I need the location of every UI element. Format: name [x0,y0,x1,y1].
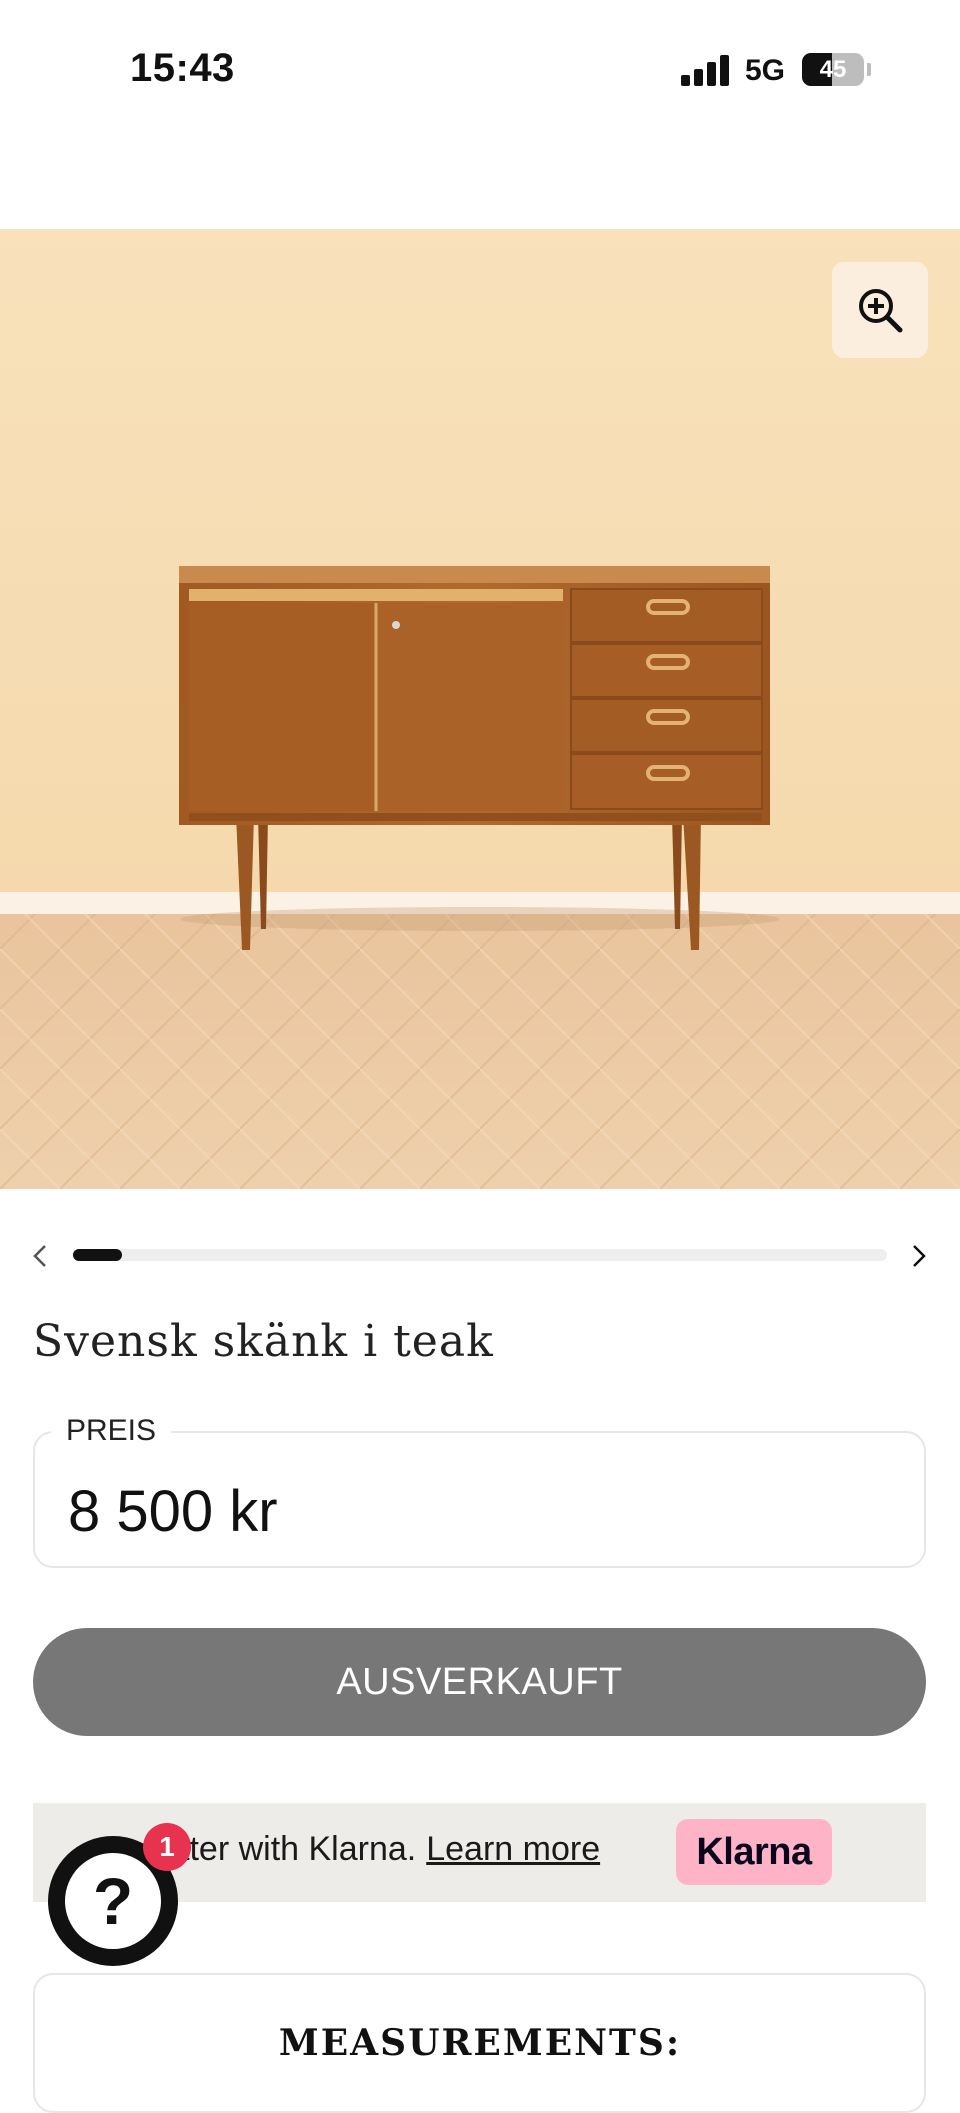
price-value: 8 500 kr [68,1479,278,1544]
price-label: PREIS [51,1414,172,1448]
battery-level: 45 [819,56,847,83]
gallery-next-button[interactable] [898,1236,938,1276]
product-title: Svensk skänk i teak [33,1316,494,1367]
help-notification-badge: 1 [143,1823,191,1871]
status-bar: 15:43 5G 45 [0,0,960,140]
klarna-text: later with Klarna. [163,1830,417,1868]
zoom-in-icon [859,289,903,333]
gallery-navigation [0,1236,960,1276]
klarna-message: later with Klarna. Learn more [163,1830,600,1869]
chevron-left-icon [33,1245,46,1267]
question-icon: ? [65,1853,161,1949]
chevron-right-icon [913,1245,926,1267]
battery-icon: 45 [802,53,864,86]
signal-icon [681,54,731,86]
klarna-logo: Klarna [676,1819,832,1885]
klarna-learn-more-link[interactable]: Learn more [426,1830,600,1868]
gallery-prev-button[interactable] [21,1236,61,1276]
status-time: 15:43 [130,46,235,90]
gallery-scrollbar[interactable] [73,1249,887,1261]
network-type: 5G [745,54,786,87]
product-image[interactable] [0,229,960,1189]
sold-out-button[interactable]: AUSVERKAUFT [33,1628,926,1736]
gallery-scroll-thumb[interactable] [73,1249,122,1261]
battery-cap [867,63,871,76]
measurements-title: MEASUREMENTS: [278,2022,682,2064]
zoom-button[interactable] [832,262,928,358]
